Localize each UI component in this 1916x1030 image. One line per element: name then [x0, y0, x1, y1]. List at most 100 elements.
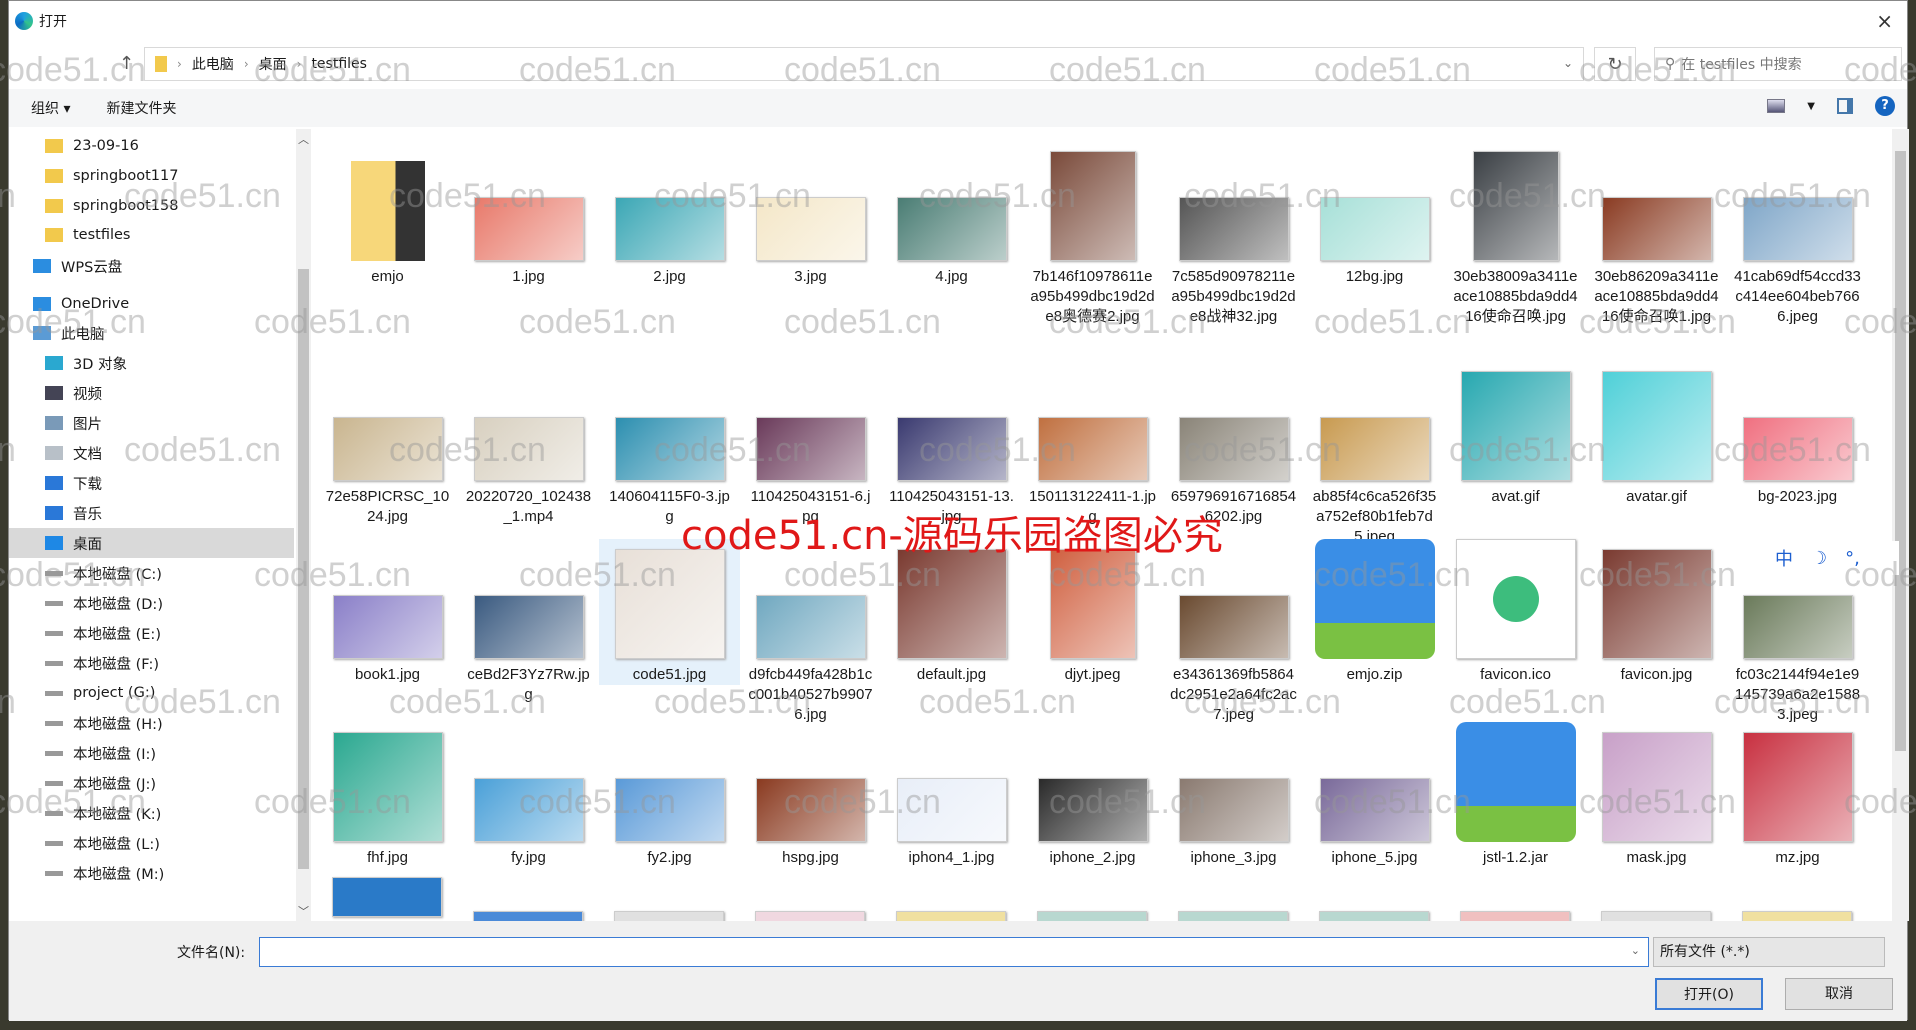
- file-item[interactable]: djyt.jpeg: [1022, 539, 1163, 685]
- sidebar-item[interactable]: 本地磁盘 (M:): [9, 858, 294, 888]
- image-thumbnail[interactable]: [896, 911, 1006, 921]
- image-thumbnail[interactable]: [1742, 911, 1852, 921]
- file-item[interactable]: e34361369fb5864dc2951e2a64fc2ac7.jpeg: [1163, 539, 1304, 725]
- file-item[interactable]: 110425043151-13.jpg: [881, 361, 1022, 527]
- sidebar-item[interactable]: 图片: [9, 408, 294, 438]
- file-item[interactable]: 72e58PICRSC_1024.jpg: [317, 361, 458, 527]
- file-item[interactable]: 7b146f10978611ea95b499dbc19d2de8奥德赛2.jpg: [1022, 141, 1163, 327]
- sidebar-item[interactable]: 视频: [9, 378, 294, 408]
- breadcrumb[interactable]: › 此电脑 › 桌面 › testfiles ⌄: [144, 47, 1584, 81]
- sidebar-item[interactable]: 本地磁盘 (D:): [9, 588, 294, 618]
- file-item[interactable]: ceBd2F3Yz7Rw.jpg: [458, 539, 599, 705]
- sidebar-item[interactable]: 本地磁盘 (K:): [9, 798, 294, 828]
- file-item[interactable]: 1.jpg: [458, 141, 599, 287]
- sidebar-item[interactable]: 本地磁盘 (F:): [9, 648, 294, 678]
- sidebar-item[interactable]: 下载: [9, 468, 294, 498]
- file-item[interactable]: bg-2023.jpg: [1727, 361, 1868, 507]
- file-item[interactable]: 20220720_102438_1.mp4: [458, 361, 599, 527]
- file-item[interactable]: 12bg.jpg: [1304, 141, 1445, 287]
- sidebar-scroll-thumb[interactable]: [298, 269, 309, 869]
- file-item[interactable]: 150113122411-1.jpg: [1022, 361, 1163, 527]
- crumb-desktop[interactable]: 桌面: [259, 54, 287, 74]
- sidebar-item[interactable]: 23-09-16: [9, 131, 294, 161]
- file-item[interactable]: 30eb86209a3411eace10885bda9dd416使命召唤1.jp…: [1586, 141, 1727, 327]
- file-item[interactable]: book1.jpg: [317, 539, 458, 685]
- sidebar-item[interactable]: 文档: [9, 438, 294, 468]
- ime-toolbar[interactable]: 中 ☽ °,: [1759, 541, 1899, 575]
- file-item[interactable]: hspg.jpg: [740, 722, 881, 868]
- crumb-this-pc[interactable]: 此电脑: [192, 54, 234, 74]
- moon-icon[interactable]: ☽: [1811, 548, 1827, 569]
- sidebar-item[interactable]: 本地磁盘 (L:): [9, 828, 294, 858]
- sidebar-item[interactable]: 本地磁盘 (E:): [9, 618, 294, 648]
- file-item[interactable]: fy2.jpg: [599, 722, 740, 868]
- file-item[interactable]: 41cab69df54ccd33c414ee604beb7666.jpeg: [1727, 141, 1868, 327]
- search-input[interactable]: ⚲ 在 testfiles 中搜索: [1654, 47, 1902, 81]
- image-thumbnail[interactable]: [473, 911, 583, 921]
- filename-input[interactable]: ⌄: [259, 937, 1649, 967]
- sidebar-item[interactable]: 3D 对象: [9, 348, 294, 378]
- file-item[interactable]: fy.jpg: [458, 722, 599, 868]
- file-item[interactable]: iphone_2.jpg: [1022, 722, 1163, 868]
- help-icon[interactable]: ?: [1875, 96, 1895, 116]
- file-item[interactable]: emjo: [317, 141, 458, 287]
- image-thumbnail[interactable]: [1037, 911, 1147, 921]
- sidebar-item[interactable]: springboot117: [9, 161, 294, 191]
- sidebar-item[interactable]: 本地磁盘 (J:): [9, 768, 294, 798]
- new-folder-button[interactable]: 新建文件夹: [106, 98, 176, 118]
- file-item[interactable]: emjo.zip: [1304, 539, 1445, 685]
- image-thumbnail[interactable]: [1178, 911, 1288, 921]
- file-item[interactable]: mask.jpg: [1586, 722, 1727, 868]
- sidebar-item[interactable]: 桌面: [9, 528, 294, 558]
- ime-language[interactable]: 中: [1775, 545, 1793, 571]
- organize-button[interactable]: 组织 ▾: [31, 98, 70, 118]
- file-item[interactable]: 2.jpg: [599, 141, 740, 287]
- caret-down-icon[interactable]: ▼: [1807, 101, 1815, 112]
- image-thumbnail[interactable]: [1601, 911, 1711, 921]
- scroll-down-icon[interactable]: ﹀: [298, 903, 309, 919]
- preview-pane-icon[interactable]: [1837, 98, 1853, 114]
- file-item[interactable]: ab85f4c6ca526f35a752ef80b1feb7d5.jpeg: [1304, 361, 1445, 547]
- crumb-testfiles[interactable]: testfiles: [311, 56, 367, 72]
- file-item[interactable]: iphon4_1.jpg: [881, 722, 1022, 868]
- sidebar-item[interactable]: testfiles: [9, 220, 294, 250]
- sidebar-item[interactable]: 音乐: [9, 498, 294, 528]
- file-item[interactable]: 140604115F0-3.jpg: [599, 361, 740, 527]
- file-item[interactable]: default.jpg: [881, 539, 1022, 685]
- sidebar-item[interactable]: project (G:): [9, 678, 294, 708]
- image-thumbnail[interactable]: [1319, 911, 1429, 921]
- chevron-down-icon[interactable]: ⌄: [1631, 944, 1640, 957]
- file-item[interactable]: iphone_3.jpg: [1163, 722, 1304, 868]
- file-item[interactable]: 30eb38009a3411eace10885bda9dd416使命召唤.jpg: [1445, 141, 1586, 327]
- view-options-icon[interactable]: [1767, 99, 1786, 113]
- scroll-up-icon[interactable]: ︿: [298, 131, 309, 147]
- chevron-down-icon[interactable]: ⌄: [1563, 56, 1573, 70]
- punctuation-icon[interactable]: °,: [1845, 548, 1860, 569]
- file-item[interactable]: d9fcb449fa428b1cc001b40527b99076.jpg: [740, 539, 881, 725]
- file-type-select[interactable]: 所有文件 (*.*): [1653, 937, 1885, 967]
- file-item[interactable]: iphone_5.jpg: [1304, 722, 1445, 868]
- file-item[interactable]: avat.gif: [1445, 361, 1586, 507]
- file-item[interactable]: avatar.gif: [1586, 361, 1727, 507]
- sidebar-item[interactable]: 本地磁盘 (C:): [9, 558, 294, 588]
- refresh-button[interactable]: ↻: [1594, 47, 1636, 81]
- sidebar-item[interactable]: springboot158: [9, 191, 294, 221]
- sidebar-item[interactable]: OneDrive: [9, 289, 294, 319]
- file-item[interactable]: jstl-1.2.jar: [1445, 722, 1586, 868]
- sidebar-item[interactable]: WPS云盘: [9, 251, 294, 281]
- file-item[interactable]: favicon.jpg: [1586, 539, 1727, 685]
- file-item[interactable]: code51.jpg: [599, 539, 740, 685]
- image-thumbnail[interactable]: [1460, 911, 1570, 921]
- cancel-button[interactable]: 取消: [1785, 978, 1893, 1010]
- sidebar-item[interactable]: 本地磁盘 (H:): [9, 708, 294, 738]
- close-button[interactable]: ×: [1876, 9, 1893, 33]
- image-thumbnail[interactable]: [332, 877, 442, 917]
- sidebar-item[interactable]: 本地磁盘 (I:): [9, 738, 294, 768]
- file-item[interactable]: favicon.ico: [1445, 539, 1586, 685]
- open-button[interactable]: 打开(O): [1655, 978, 1763, 1010]
- file-item[interactable]: fhf.jpg: [317, 722, 458, 868]
- file-item[interactable]: 3.jpg: [740, 141, 881, 287]
- content-scroll-thumb[interactable]: [1895, 151, 1906, 751]
- file-item[interactable]: 7c585d90978211ea95b499dbc19d2de8战神32.jpg: [1163, 141, 1304, 327]
- file-item[interactable]: 4.jpg: [881, 141, 1022, 287]
